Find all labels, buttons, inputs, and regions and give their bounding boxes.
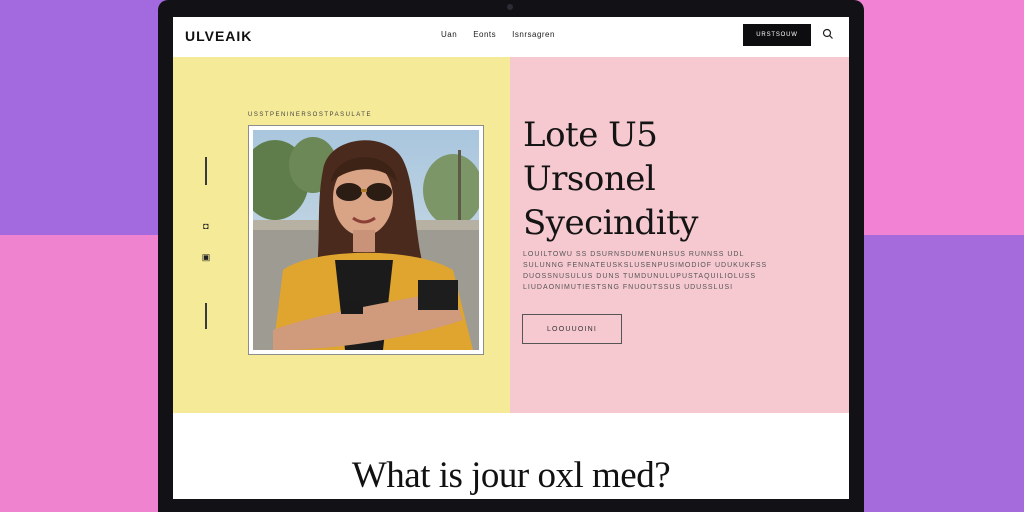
rail-divider — [205, 157, 207, 185]
nav-link-2[interactable]: Eonts — [473, 30, 496, 39]
laptop-frame: ULVEAIK Uan Eonts Isnrsagren URSTSOUW US… — [158, 0, 864, 512]
social-rail: ◘ ▣ — [200, 157, 212, 337]
portrait-photo — [253, 130, 479, 350]
hero-left-panel: USSTPENINERSOSTPASULATE ◘ ▣ — [173, 57, 510, 413]
headline-line-2: Ursonel — [523, 159, 656, 199]
hero-body-text: LOUILTOWU SS DSURNSDUMENUHSUS RUNNSS UDL… — [523, 251, 768, 291]
website-screen: ULVEAIK Uan Eonts Isnrsagren URSTSOUW US… — [173, 17, 849, 499]
nav-link-3[interactable]: Isnrsagren — [512, 30, 555, 39]
hero-headline: Lote U5 Ursonel Syecindity — [523, 113, 698, 245]
nav-links: Uan Eonts Isnrsagren — [441, 30, 555, 39]
rail-divider — [205, 303, 207, 329]
instagram-icon[interactable]: ◘ — [201, 221, 211, 231]
hero-cta-button[interactable]: LOOUUOINI — [522, 314, 622, 344]
hero-right-panel: Lote U5 Ursonel Syecindity LOUILTOWU SS … — [510, 57, 849, 413]
headline-line-1: Lote U5 — [523, 115, 658, 155]
linkedin-icon[interactable]: ▣ — [201, 252, 211, 262]
hero-eyebrow: USSTPENINERSOSTPASULATE — [248, 112, 372, 118]
section-heading: What is jour oxl med? — [351, 455, 671, 496]
search-icon[interactable] — [822, 28, 834, 40]
nav-link-1[interactable]: Uan — [441, 30, 457, 39]
headline-line-3: Syecindity — [523, 203, 698, 243]
portrait-frame — [248, 125, 484, 355]
top-navigation: ULVEAIK Uan Eonts Isnrsagren URSTSOUW — [173, 17, 849, 57]
site-logo[interactable]: ULVEAIK — [185, 28, 252, 44]
nav-cta-button[interactable]: URSTSOUW — [743, 24, 811, 46]
webcam — [507, 4, 513, 10]
